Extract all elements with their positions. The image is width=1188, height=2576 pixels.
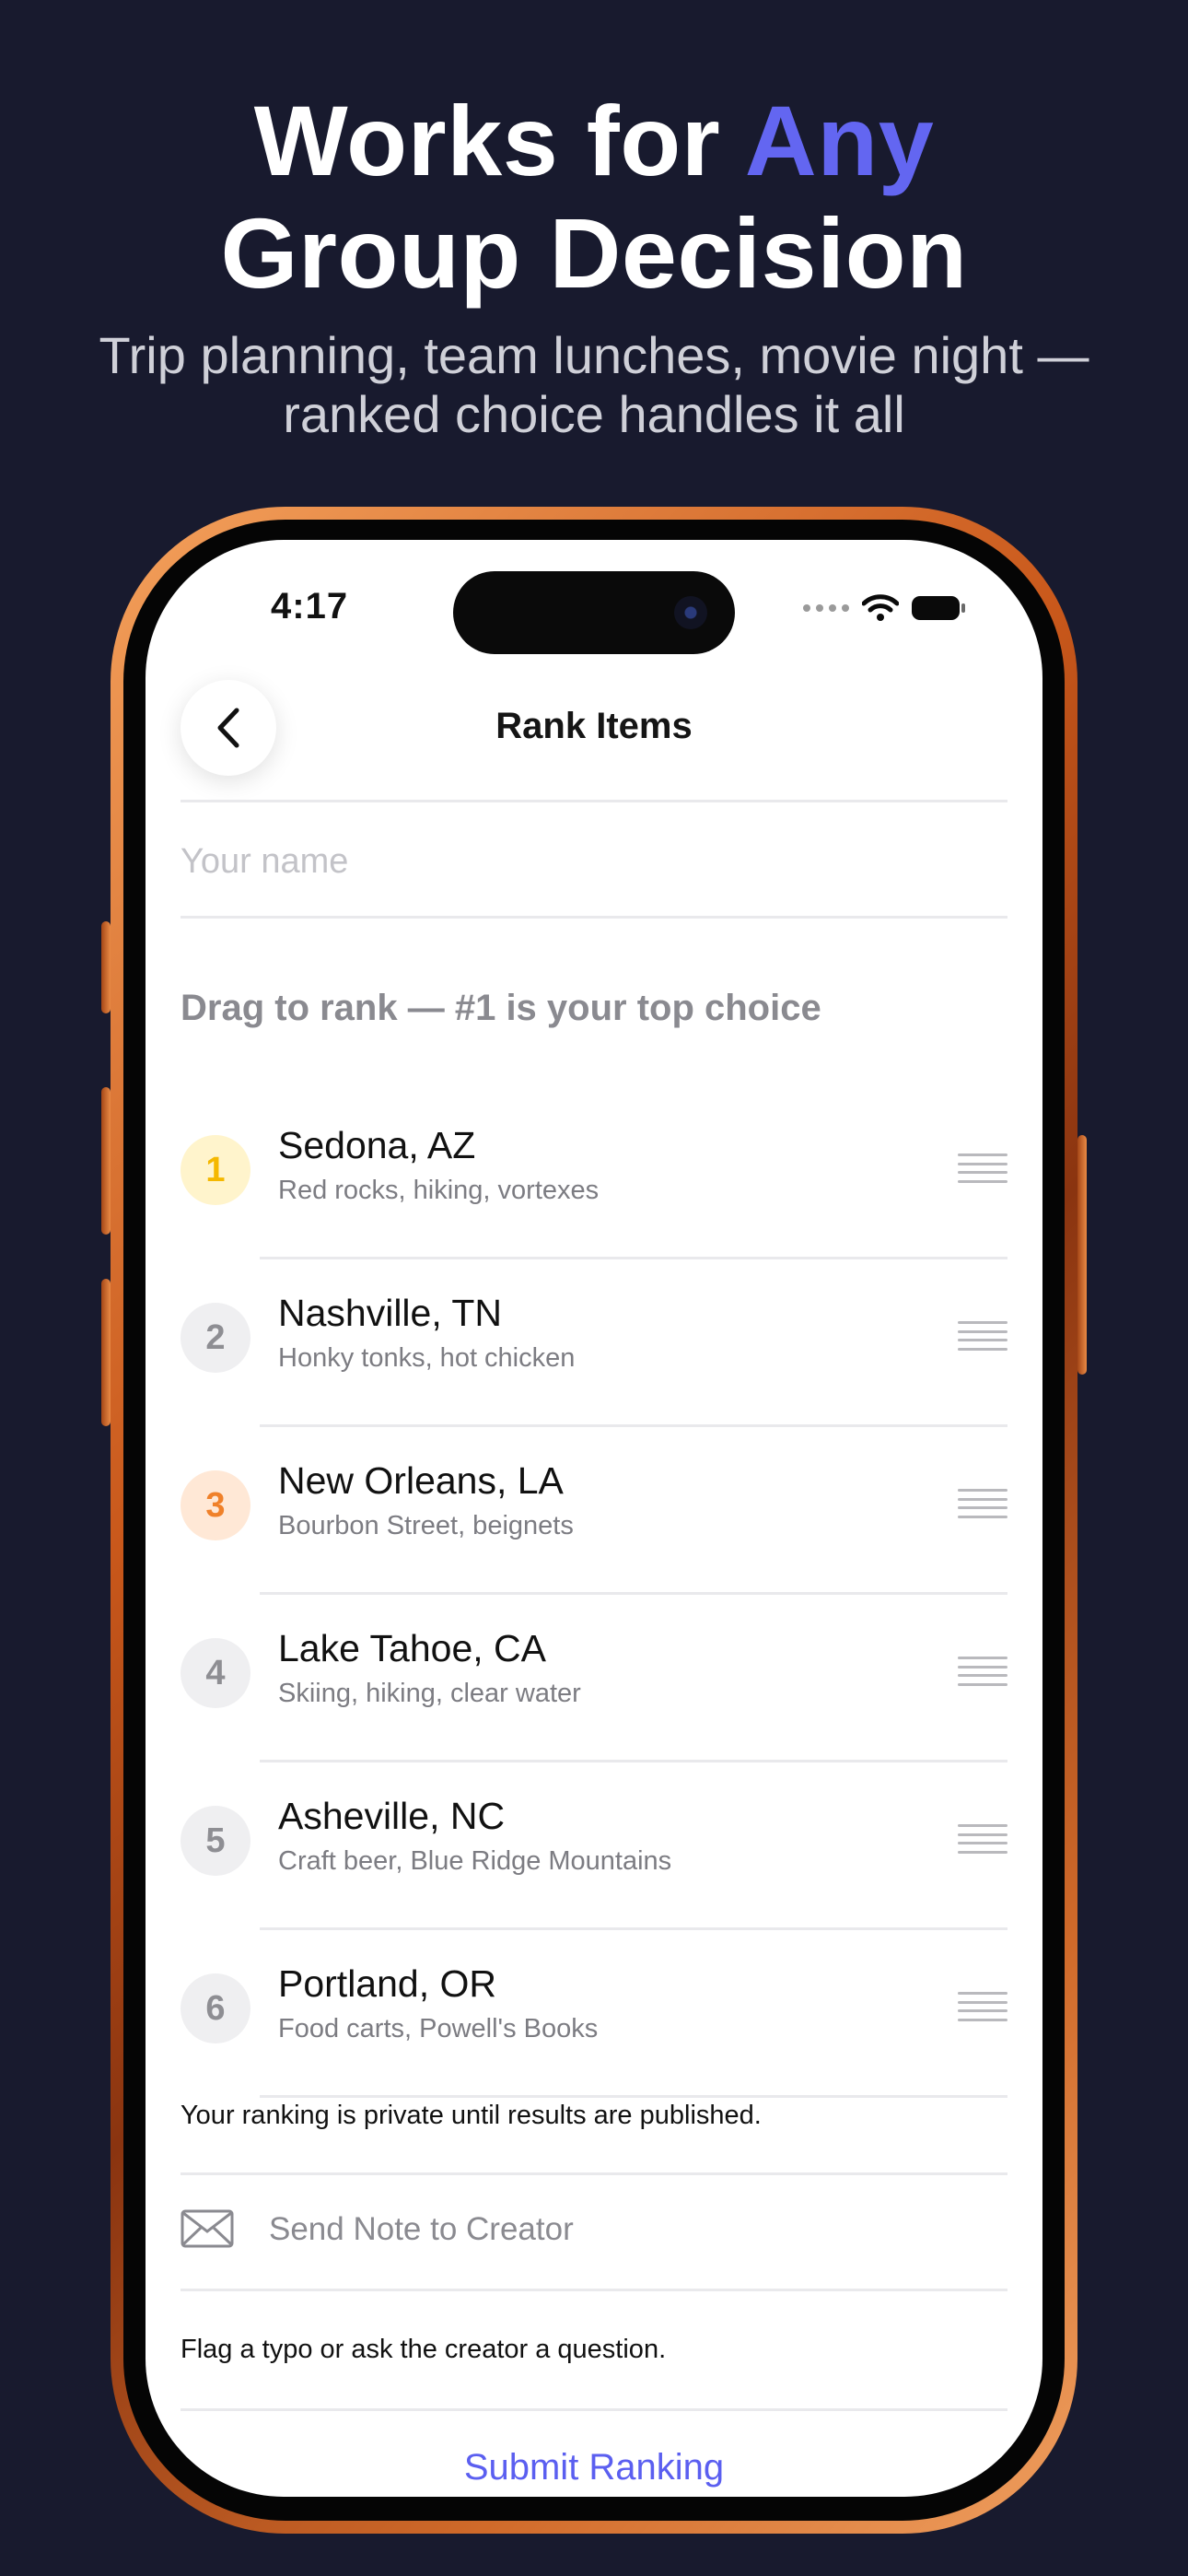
dynamic-island <box>453 571 735 654</box>
phone-volume-down <box>101 1279 111 1426</box>
drag-handle-icon[interactable] <box>958 1824 1007 1854</box>
signal-dots-icon <box>803 604 849 612</box>
rank-item-title: Asheville, NC <box>278 1795 506 1837</box>
hero-title-line1: Works for Any <box>0 85 1188 197</box>
hero-title-line2: Group Decision <box>220 197 968 309</box>
rank-item-description: Skiing, hiking, clear water <box>278 1679 581 1708</box>
rank-item[interactable]: 6 Portland, OR Food carts, Powell's Books <box>181 1929 1007 2097</box>
hero-subtitle-line1: Trip planning, team lunches, movie night… <box>99 326 1089 384</box>
drag-handle-icon[interactable] <box>958 1992 1007 2021</box>
rank-item-description: Red rocks, hiking, vortexes <box>278 1176 600 1205</box>
rank-item-title: Lake Tahoe, CA <box>278 1627 547 1669</box>
wifi-icon <box>862 594 899 621</box>
privacy-note: Your ranking is private until results ar… <box>181 2101 762 2130</box>
phone-volume-up <box>101 1087 111 1235</box>
name-input[interactable] <box>181 816 1007 907</box>
drag-handle-icon[interactable] <box>958 1321 1007 1351</box>
drag-handle-icon[interactable] <box>958 1489 1007 1518</box>
send-note-button[interactable]: Send Note to Creator <box>181 2174 1007 2289</box>
hero-subtitle-line2: ranked choice handles it all <box>283 385 905 443</box>
rank-badge: 3 <box>181 1470 250 1540</box>
rank-item-description: Bourbon Street, beignets <box>278 1511 574 1540</box>
rank-item-description: Craft beer, Blue Ridge Mountains <box>278 1846 672 1876</box>
hero-title-accent: Any <box>744 85 935 196</box>
rank-item-description: Food carts, Powell's Books <box>278 2014 599 2043</box>
battery-icon <box>912 596 965 620</box>
instruction-text: Drag to rank — #1 is your top choice <box>181 988 821 1028</box>
status-time: 4:17 <box>271 586 349 626</box>
rank-item[interactable]: 1 Sedona, AZ Red rocks, hiking, vortexes <box>181 1091 1007 1259</box>
divider <box>181 800 1007 802</box>
camera-icon <box>674 596 707 629</box>
page-title: Rank Items <box>495 706 693 746</box>
drag-handle-icon[interactable] <box>958 1153 1007 1183</box>
hero-subtitle: Trip planning, team lunches, movie night… <box>0 326 1188 444</box>
row-divider <box>260 2095 1007 2098</box>
rank-badge: 4 <box>181 1638 250 1708</box>
rank-item[interactable]: 2 Nashville, TN Honky tonks, hot chicken <box>181 1259 1007 1426</box>
send-note-label: Send Note to Creator <box>269 2211 574 2247</box>
rank-badge: 6 <box>181 1973 250 2043</box>
divider <box>181 916 1007 919</box>
rank-item[interactable]: 5 Asheville, NC Craft beer, Blue Ridge Mou… <box>181 1762 1007 1929</box>
app-screen: 4:17 Rank Items Drag to rank — #1 is you… <box>146 540 1042 2497</box>
rank-item[interactable]: 4 Lake Tahoe, CA Skiing, hiking, clear wat… <box>181 1594 1007 1762</box>
hero-title-part1: Works for <box>253 85 745 196</box>
phone-power-button <box>1077 1135 1087 1375</box>
rank-item-title: New Orleans, LA <box>278 1459 564 1502</box>
drag-handle-icon[interactable] <box>958 1657 1007 1686</box>
rank-item-title: Portland, OR <box>278 1962 496 2005</box>
rank-item-title: Nashville, TN <box>278 1292 503 1334</box>
note-help-text: Flag a typo or ask the creator a questio… <box>181 2335 667 2364</box>
rank-item-title: Sedona, AZ <box>278 1124 476 1166</box>
divider <box>181 2289 1007 2291</box>
rank-item-description: Honky tonks, hot chicken <box>278 1343 576 1373</box>
submit-ranking-button[interactable]: Submit Ranking <box>146 2447 1042 2488</box>
rank-item[interactable]: 3 New Orleans, LA Bourbon Street, beignets <box>181 1426 1007 1594</box>
rank-badge: 5 <box>181 1806 250 1876</box>
hero-headline: Works for Any Group Decision <box>0 85 1188 310</box>
rank-badge: 2 <box>181 1303 250 1373</box>
rank-badge: 1 <box>181 1135 250 1205</box>
envelope-icon <box>181 2209 234 2248</box>
phone-action-button <box>101 921 111 1013</box>
status-icons <box>803 591 965 625</box>
divider <box>181 2408 1007 2411</box>
